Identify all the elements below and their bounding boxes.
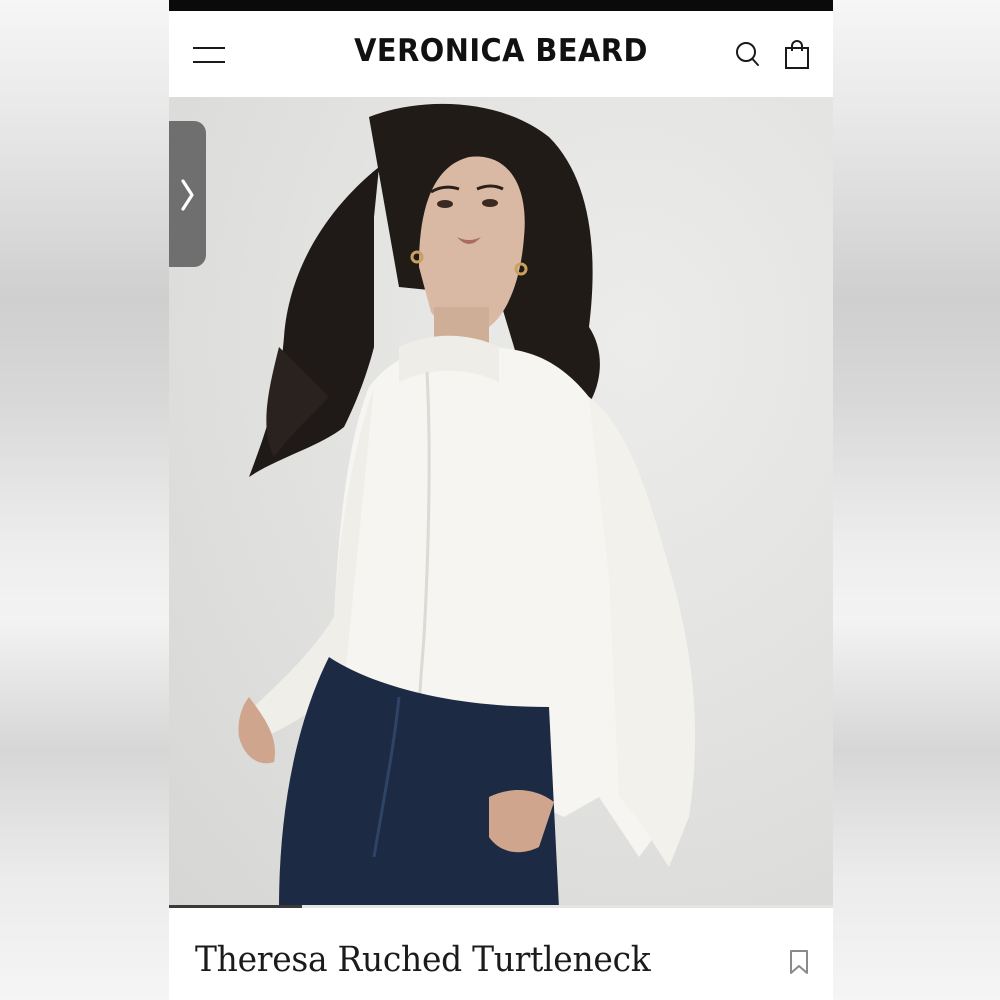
search-icon[interactable] <box>735 41 761 69</box>
product-title: Theresa Ruched Turtleneck <box>195 940 651 980</box>
product-hero-image[interactable] <box>169 97 833 908</box>
brand-logo[interactable]: VERONICA BEARD <box>192 33 810 69</box>
model-photo <box>238 103 696 908</box>
shopping-bag-icon[interactable] <box>783 40 811 70</box>
background-blur-right <box>833 0 1000 1000</box>
bookmark-icon[interactable] <box>789 949 809 975</box>
product-info: Theresa Ruched Turtleneck <box>169 908 833 1000</box>
carousel-next-button[interactable] <box>169 121 206 267</box>
background-blur-left <box>0 0 169 1000</box>
status-bar <box>169 0 833 11</box>
chevron-right-icon <box>181 179 194 211</box>
site-header: VERONICA BEARD <box>169 11 833 97</box>
mobile-page: VERONICA BEARD Theresa Ruched Turtleneck <box>169 0 833 1000</box>
